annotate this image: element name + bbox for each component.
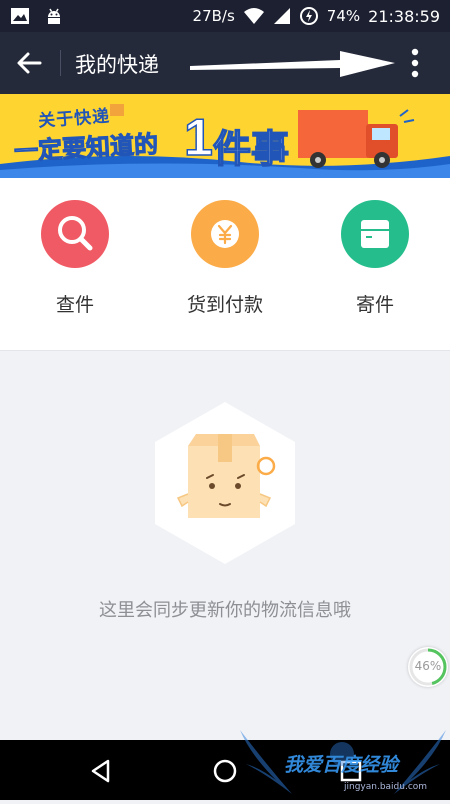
cod-label: 货到付款 — [186, 294, 263, 316]
back-arrow-icon[interactable] — [12, 46, 46, 80]
signal-icon — [273, 8, 290, 24]
box-icon — [361, 220, 389, 248]
empty-state-illustration — [150, 398, 300, 568]
network-speed: 27B/s — [192, 7, 235, 25]
status-right-icons: 27B/s 74% 21:38:59 — [193, 6, 440, 26]
data-saver-icon — [299, 7, 318, 25]
progress-badge[interactable]: 46% — [408, 647, 448, 687]
more-menu-icon[interactable] — [400, 46, 430, 80]
banner-number: 1 — [183, 108, 213, 168]
query-label: 查件 — [55, 294, 94, 316]
watermark-text: 我爱百度经验 — [284, 754, 399, 776]
banner-line3: 件事 — [212, 126, 290, 172]
empty-box-icon — [155, 402, 295, 564]
query-package-button[interactable]: 查件 — [0, 200, 150, 317]
annotation-arrow-icon — [190, 51, 395, 77]
status-bar: 27B/s 74% 21:38:59 — [0, 0, 450, 32]
send-label: 寄件 — [355, 294, 394, 316]
app-bar-divider — [60, 50, 61, 76]
yuan-icon — [211, 220, 239, 248]
search-icon — [58, 216, 93, 251]
send-circle — [341, 200, 409, 268]
send-package-button[interactable]: 寄件 — [300, 200, 450, 317]
wifi-icon — [243, 8, 264, 24]
empty-state-message: 这里会同步更新你的物流信息哦 — [99, 600, 351, 621]
progress-label: 46% — [414, 659, 442, 673]
status-left-icons — [10, 6, 64, 26]
page-title: 我的快递 — [75, 53, 159, 77]
cash-on-delivery-button[interactable]: 货到付款 — [150, 200, 300, 317]
app-bar: 我的快递 — [0, 32, 450, 94]
android-icon — [48, 8, 60, 24]
watermark-url: jingyan.baidu.com — [344, 782, 428, 792]
watermark: 我爱百度经验 jingyan.baidu.com — [236, 724, 450, 800]
promo-banner[interactable]: 关于快递 一定要知道的 1 件事 — [0, 94, 450, 178]
action-row: 查件 货到付款 寄件 — [0, 178, 450, 351]
nav-back-icon[interactable] — [84, 754, 118, 788]
battery-level: 74% — [326, 7, 361, 25]
cod-circle — [191, 200, 259, 268]
gallery-icon — [11, 8, 29, 24]
clock: 21:38:59 — [368, 6, 440, 26]
query-circle — [41, 200, 109, 268]
